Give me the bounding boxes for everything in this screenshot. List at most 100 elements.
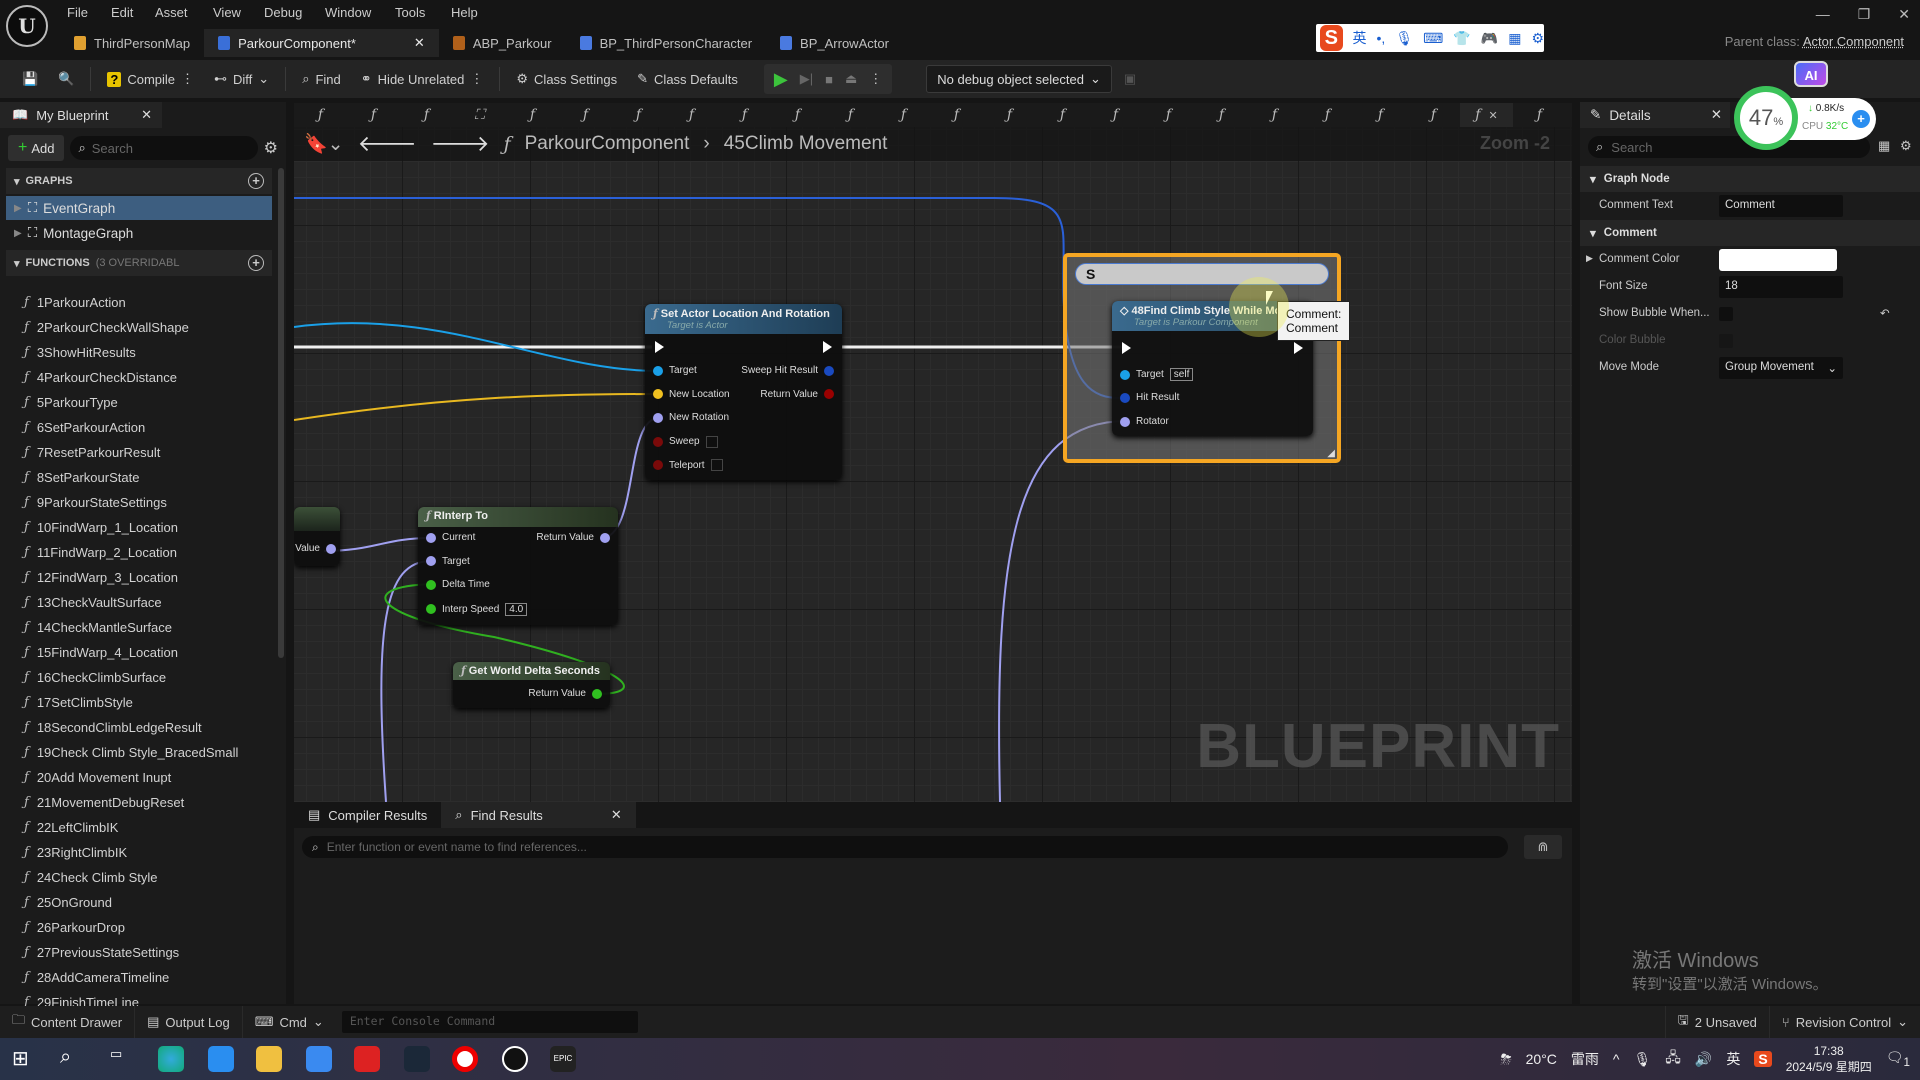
function-item[interactable]: ƒ 1ParkourAction (24, 290, 126, 314)
close-icon[interactable]: ✕ (1898, 6, 1910, 23)
pin-checkbox[interactable] (710, 459, 723, 471)
doc-tab[interactable]: ThirdPersonMap (60, 29, 204, 57)
graph-tab[interactable]: ƒ (1089, 103, 1142, 127)
console-command-input[interactable]: Enter Console Command (341, 1011, 638, 1033)
graph-tab[interactable]: ƒ (1248, 103, 1301, 127)
function-item[interactable]: ƒ 7ResetParkourResult (24, 440, 160, 464)
revision-control-button[interactable]: ⑂ Revision Control ⌄ (1770, 1006, 1920, 1038)
function-item[interactable]: ƒ 19Check Climb Style_BracedSmall (24, 740, 238, 764)
input-pin[interactable]: Target self (1120, 368, 1194, 381)
ai-button[interactable]: AI (1794, 61, 1828, 87)
steam-icon[interactable] (404, 1046, 430, 1072)
game-icon[interactable]: 🎮 (1481, 30, 1498, 47)
graph-tab[interactable]: ƒ (824, 103, 877, 127)
stop-icon[interactable]: ■ (825, 72, 833, 87)
unreal-engine-icon[interactable] (502, 1046, 528, 1072)
input-pin[interactable]: Target (653, 365, 697, 376)
graph-item-eventgraph[interactable]: ▶ ⛶ EventGraph (6, 196, 272, 220)
graph-item-montagegraph[interactable]: ▶ ⛶ MontageGraph (6, 221, 272, 245)
doc-tab[interactable]: BP_ArrowActor (766, 29, 903, 57)
graph-tab[interactable]: ƒ (1301, 103, 1354, 127)
comment-title[interactable]: S (1075, 263, 1329, 285)
resize-handle-icon[interactable]: ◢ (1327, 448, 1335, 459)
function-item[interactable]: ƒ 25OnGround (24, 890, 112, 914)
graph-tab[interactable]: ƒ (1036, 103, 1089, 127)
input-pin[interactable]: Target (426, 556, 470, 567)
windows-start-icon[interactable]: ⊞ (12, 1046, 38, 1072)
scrollbar[interactable] (278, 168, 284, 658)
pin-default-value[interactable]: self (1169, 368, 1194, 381)
notification-icon[interactable]: 🗨1 (1886, 1049, 1910, 1069)
input-pin[interactable]: Current (426, 532, 475, 543)
breadcrumb-component[interactable]: ParkourComponent (525, 133, 690, 155)
close-tab-icon[interactable]: ✕ (611, 807, 622, 823)
function-item[interactable]: ƒ 18SecondClimbLedgeResult (24, 715, 202, 739)
exec-in-pin-icon[interactable] (655, 341, 664, 353)
minimize-icon[interactable]: — (1816, 6, 1830, 23)
output-pin[interactable]: Return Value (536, 532, 610, 543)
recorder-icon[interactable] (452, 1046, 478, 1072)
function-item[interactable]: ƒ 10FindWarp_1_Location (24, 515, 178, 539)
file-explorer-icon[interactable] (256, 1046, 282, 1072)
graph-tab[interactable]: ƒ (665, 103, 718, 127)
add-graph-icon[interactable]: + (248, 173, 264, 189)
graph-tab[interactable]: ƒ ✕ (1460, 103, 1513, 127)
tray-expand-icon[interactable]: ^ (1613, 1051, 1620, 1067)
comment-text-input[interactable]: Comment (1719, 195, 1843, 217)
settings-gear-icon[interactable]: ⚙ (264, 138, 278, 158)
memory-percent-gauge[interactable]: 47% (1734, 86, 1798, 150)
function-item[interactable]: ƒ 28AddCameraTimeline (24, 965, 169, 989)
function-item[interactable]: ƒ 27PreviousStateSettings (24, 940, 179, 964)
apps-icon[interactable]: ▦ (1508, 30, 1521, 47)
functions-section-header[interactable]: ▾ FUNCTIONS (3 OVERRIDABL + (6, 250, 272, 276)
input-pin[interactable]: Delta Time (426, 579, 490, 590)
menu-help[interactable]: Help (451, 5, 478, 20)
graph-tab[interactable]: ƒ (1142, 103, 1195, 127)
weather-temp[interactable]: 20°C (1526, 1051, 1557, 1067)
function-item[interactable]: ƒ 5ParkourType (24, 390, 118, 414)
network-icon[interactable]: 🖧 (1665, 1047, 1681, 1071)
function-item[interactable]: ƒ 9ParkourStateSettings (24, 490, 167, 514)
sogou-icon[interactable]: S (1754, 1051, 1772, 1067)
exec-in-pin-icon[interactable] (1122, 342, 1131, 354)
wps-icon[interactable] (354, 1046, 380, 1072)
input-pin[interactable]: Sweep (653, 435, 718, 448)
partial-node[interactable]: Value (294, 507, 340, 566)
exec-out-pin-icon[interactable] (823, 341, 832, 353)
graph-tab[interactable]: ƒ (1354, 103, 1407, 127)
node-rinterp-to[interactable]: ƒ RInterp To Current Target Delta Time Inte… (418, 507, 618, 625)
graph-tab[interactable]: ƒ (506, 103, 559, 127)
input-pin[interactable]: Interp Speed 4.0 (426, 602, 528, 616)
input-pin[interactable]: New Rotation (653, 412, 729, 423)
pin-checkbox[interactable] (705, 435, 718, 448)
input-pin[interactable]: Hit Result (1120, 392, 1179, 403)
function-item[interactable]: ƒ 24Check Climb Style (24, 865, 157, 889)
graph-tab[interactable]: ƒ (294, 103, 347, 127)
add-function-icon[interactable]: + (248, 255, 264, 271)
task-view-icon[interactable]: ▭ (110, 1046, 136, 1072)
graph-tab[interactable]: ƒ (1407, 103, 1460, 127)
function-item[interactable]: ƒ 12FindWarp_3_Location (24, 565, 178, 589)
ime-toolbar[interactable]: S 英 •, 🎙 ⌨ 👕 🎮 ▦ ⚙ (1316, 24, 1544, 52)
function-item[interactable]: ƒ 11FindWarp_2_Location (24, 540, 177, 564)
function-item[interactable]: ƒ 14CheckMantleSurface (24, 615, 172, 639)
exec-out-pin-icon[interactable] (1294, 342, 1303, 354)
settings-gear-icon[interactable]: ⚙ (1900, 138, 1912, 154)
details-tab[interactable]: ✎ Details ✕ (1580, 102, 1730, 128)
debug-filter-icon[interactable]: ▣ (1116, 64, 1144, 94)
graph-tab[interactable]: ƒ (771, 103, 824, 127)
close-tab-icon[interactable]: ✕ (414, 35, 425, 51)
skin-icon[interactable]: 👕 (1453, 30, 1470, 47)
punct-icon[interactable]: •, (1377, 30, 1386, 46)
output-pin[interactable]: Sweep Hit Result (741, 365, 834, 376)
pin-value[interactable]: Value (295, 543, 336, 554)
blueprint-graph-canvas[interactable]: 🔖⌄ 🡐 🡒 ƒ ParkourComponent › 45Climb Move… (294, 127, 1572, 802)
bookmark-icon[interactable]: 🔖⌄ (304, 132, 344, 156)
show-bubble-checkbox[interactable] (1719, 307, 1733, 321)
graph-tab[interactable]: ⛶ (453, 103, 506, 127)
expand-arrow-icon[interactable]: ▶ (1586, 253, 1593, 264)
kuwo-icon[interactable] (208, 1046, 234, 1072)
unreal-logo-icon[interactable]: U (6, 5, 48, 47)
diff-button[interactable]: ⊷ Diff ⌄ (206, 64, 277, 94)
forward-arrow-icon[interactable]: 🡒 (431, 131, 490, 157)
